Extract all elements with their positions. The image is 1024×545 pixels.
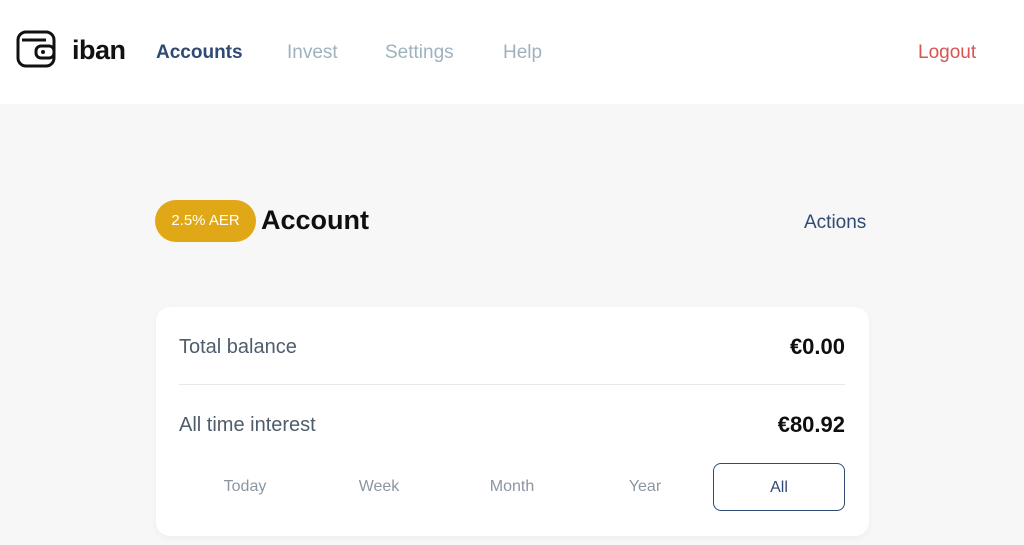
period-tab-week[interactable]: Week xyxy=(313,463,445,511)
actions-button[interactable]: Actions xyxy=(804,210,866,236)
nav-accounts[interactable]: Accounts xyxy=(156,40,243,66)
all-time-interest-value: €80.92 xyxy=(777,412,845,437)
period-tab-month[interactable]: Month xyxy=(446,463,578,511)
period-tab-all[interactable]: All xyxy=(713,463,845,511)
wallet-icon[interactable] xyxy=(16,28,58,70)
logout-link[interactable]: Logout xyxy=(918,40,976,66)
divider xyxy=(179,384,845,385)
nav-invest[interactable]: Invest xyxy=(287,40,338,66)
page-title: Account xyxy=(261,205,369,235)
total-balance-value: €0.00 xyxy=(789,334,845,359)
all-time-interest-label: All time interest xyxy=(179,414,316,436)
top-navigation-bar: iban Accounts Invest Settings Help Logou… xyxy=(0,0,1024,104)
period-tab-year[interactable]: Year xyxy=(579,463,711,511)
nav-settings[interactable]: Settings xyxy=(385,40,454,66)
total-balance-label: Total balance xyxy=(179,336,297,358)
period-tab-today[interactable]: Today xyxy=(179,463,311,511)
balance-summary-card: Total balance €0.00 All time interest €8… xyxy=(156,307,869,536)
aer-rate-badge: 2.5% AER xyxy=(155,200,256,242)
nav-help[interactable]: Help xyxy=(503,40,542,66)
brand-name[interactable]: iban xyxy=(72,30,126,70)
